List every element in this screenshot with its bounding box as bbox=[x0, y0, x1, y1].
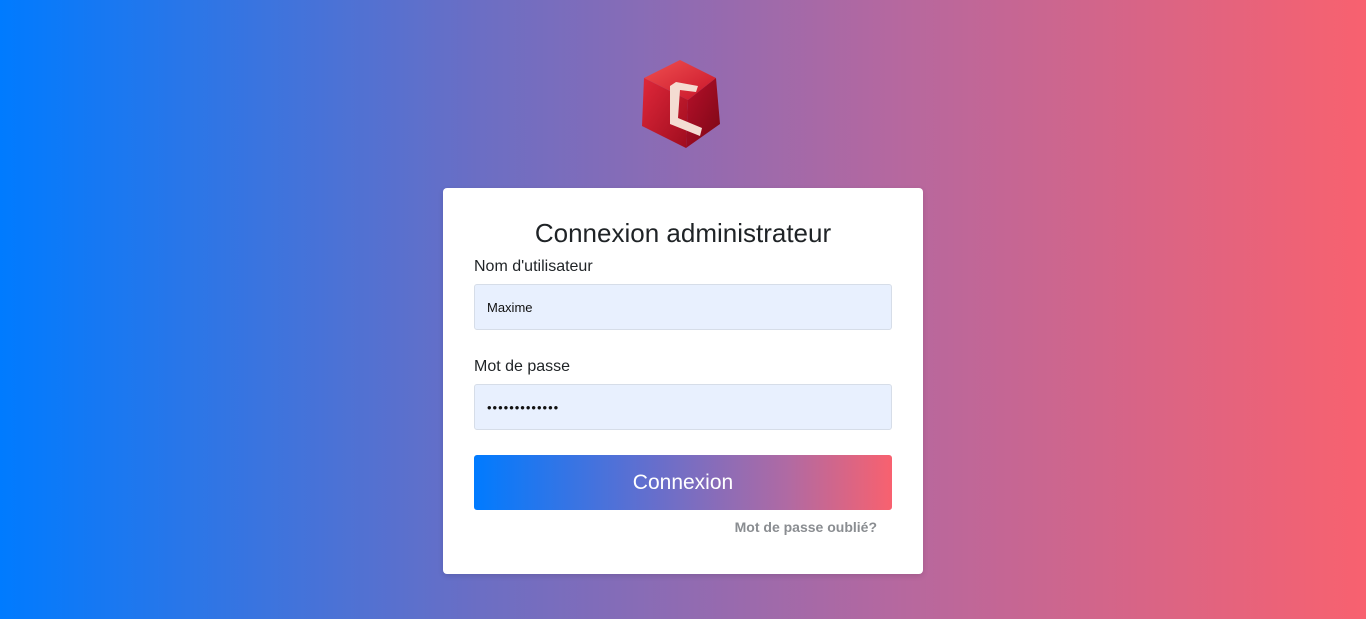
login-button[interactable]: Connexion bbox=[474, 455, 892, 510]
brand-logo-icon bbox=[636, 56, 724, 152]
login-card: Connexion administrateur Nom d'utilisate… bbox=[443, 188, 923, 574]
forgot-password-link[interactable]: Mot de passe oublié? bbox=[735, 519, 877, 535]
username-field[interactable] bbox=[474, 284, 892, 330]
password-label: Mot de passe bbox=[474, 358, 571, 375]
page-title: Connexion administrateur bbox=[534, 218, 832, 248]
password-field[interactable] bbox=[474, 384, 892, 430]
username-label: Nom d'utilisateur bbox=[474, 258, 593, 275]
